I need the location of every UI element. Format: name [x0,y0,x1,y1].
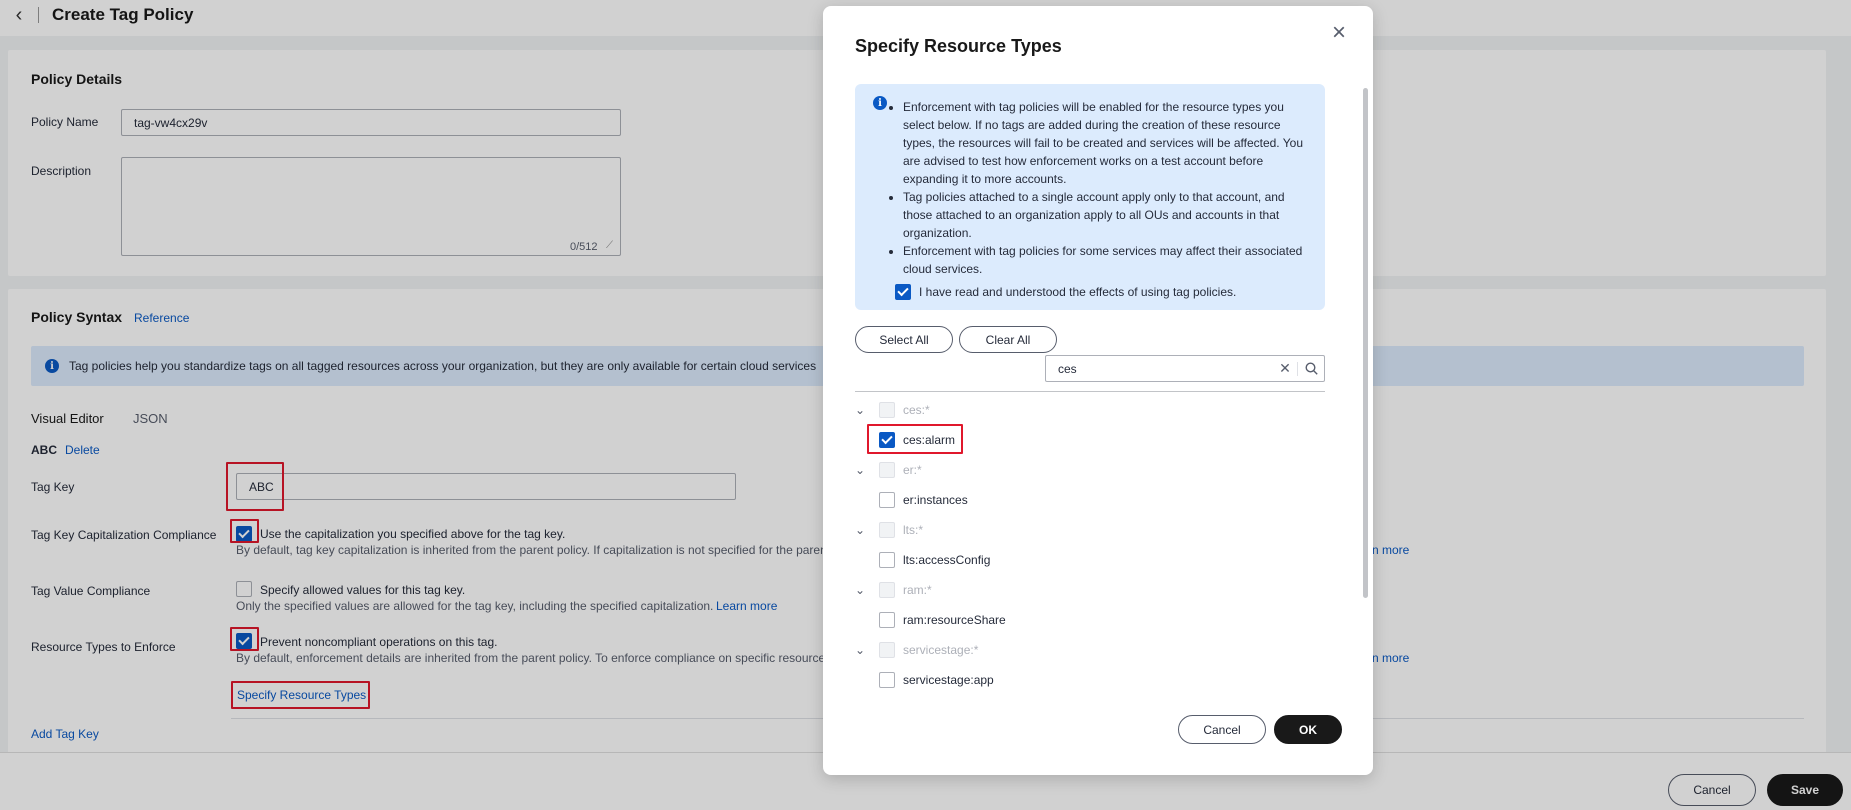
group-checkbox [879,582,895,598]
group-checkbox [879,642,895,658]
notice-list: Enforcement with tag policies will be en… [903,98,1308,278]
tree-group-row[interactable]: ⌄ servicestage:* [853,639,1323,661]
tree-group-row[interactable]: ⌄ lts:* [853,519,1323,541]
acknowledge-checkbox[interactable] [895,284,911,300]
notice-item: Enforcement with tag policies for some s… [903,242,1308,278]
group-checkbox [879,522,895,538]
clear-all-button[interactable]: Clear All [959,326,1057,353]
chevron-down-icon[interactable]: ⌄ [853,463,867,477]
group-label: er:* [903,463,922,477]
specify-resource-types-dialog: Specify Resource Types × i Enforcement w… [823,6,1373,775]
clear-search-icon[interactable]: ✕ [1273,360,1297,377]
chevron-down-icon[interactable]: ⌄ [853,643,867,657]
child-checkbox[interactable] [879,612,895,628]
child-label: lts:accessConfig [903,553,991,567]
tree-child-row[interactable]: er:instances [853,489,1323,511]
group-label: ces:* [903,403,930,417]
child-checkbox[interactable] [879,672,895,688]
tree-top-divider [855,391,1325,392]
search-input[interactable]: ces ✕ [1045,355,1325,382]
child-checkbox[interactable] [879,552,895,568]
group-label: servicestage:* [903,643,979,657]
group-checkbox [879,402,895,418]
acknowledge-text: I have read and understood the effects o… [919,285,1237,299]
tree-group-row[interactable]: ⌄ er:* [853,459,1323,481]
tree-child-row[interactable]: lts:accessConfig [853,549,1323,571]
dialog-ok-button[interactable]: OK [1274,715,1342,744]
chevron-down-icon[interactable]: ⌄ [853,403,867,417]
group-label: lts:* [903,523,924,537]
close-icon[interactable]: × [1327,21,1351,46]
notice-item: Tag policies attached to a single accoun… [903,188,1308,242]
tree-child-row[interactable]: ram:resourceShare [853,609,1323,631]
dialog-cancel-button[interactable]: Cancel [1178,715,1266,744]
child-label: er:instances [903,493,968,507]
select-all-button[interactable]: Select All [855,326,953,353]
chevron-down-icon[interactable]: ⌄ [853,583,867,597]
notice-box: i Enforcement with tag policies will be … [855,84,1325,310]
group-checkbox [879,462,895,478]
chevron-down-icon[interactable]: ⌄ [853,523,867,537]
notice-info-icon: i [873,96,887,110]
search-value: ces [1058,361,1077,376]
child-label: ram:resourceShare [903,613,1006,627]
dialog-title: Specify Resource Types [855,36,1062,56]
group-label: ram:* [903,583,932,597]
tree-group-row[interactable]: ⌄ ces:* [853,399,1323,421]
dialog-scrollbar[interactable] [1363,88,1368,598]
child-label: servicestage:app [903,673,994,687]
search-icon[interactable] [1298,362,1324,375]
ces-alarm-highlight [867,424,963,454]
tree-child-row[interactable]: servicestage:app [853,669,1323,689]
child-checkbox[interactable] [879,492,895,508]
notice-item: Enforcement with tag policies will be en… [903,98,1308,188]
tree-group-row[interactable]: ⌄ ram:* [853,579,1323,601]
